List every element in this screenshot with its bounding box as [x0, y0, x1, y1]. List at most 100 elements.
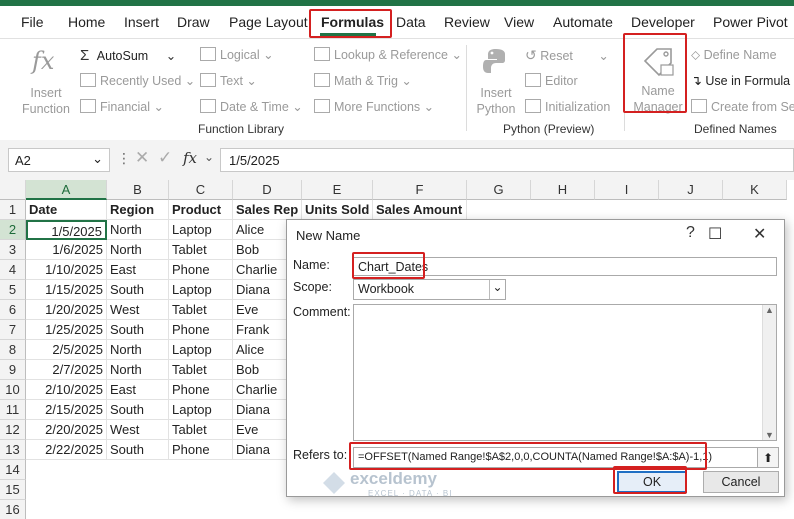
cancel-button[interactable]: Cancel [703, 471, 779, 493]
row-header-10[interactable]: 10 [0, 380, 26, 400]
cell[interactable]: South [107, 280, 169, 300]
tab-formulas[interactable]: Formulas [321, 14, 384, 30]
recently-used-button[interactable]: Recently Used ⌄ [80, 73, 195, 88]
column-header-f[interactable]: F [373, 180, 467, 200]
row-header-11[interactable]: 11 [0, 400, 26, 420]
row-header-7[interactable]: 7 [0, 320, 26, 340]
name-input[interactable]: Chart_Dates [353, 257, 777, 276]
text-button[interactable]: Text ⌄ [200, 73, 257, 88]
name-manager-button[interactable]: Name Manager [630, 41, 686, 117]
cell[interactable]: Phone [169, 440, 233, 460]
tab-page-layout[interactable]: Page Layout [229, 14, 308, 30]
cell[interactable]: North [107, 240, 169, 260]
cell[interactable]: 2/10/2025 [26, 380, 107, 400]
create-from-selection-button[interactable]: Create from Sele [691, 99, 794, 114]
define-name-button[interactable]: ⬦ Define Name [691, 47, 777, 63]
row-header-13[interactable]: 13 [0, 440, 26, 460]
insert-function-button[interactable]: fx Insert Function [14, 45, 78, 119]
cell[interactable]: 1/20/2025 [26, 300, 107, 320]
column-header-a[interactable]: A [26, 180, 107, 200]
confirm-entry-icon[interactable]: ✓ [158, 148, 172, 168]
select-all-corner[interactable] [0, 180, 26, 200]
column-header-c[interactable]: C [169, 180, 233, 200]
column-header-h[interactable]: H [531, 180, 595, 200]
cell[interactable]: East [107, 260, 169, 280]
use-in-formula-button[interactable]: ↴ Use in Formula [691, 73, 790, 89]
collapse-dialog-button[interactable]: ⬆ [757, 447, 779, 468]
tab-file[interactable]: File [21, 14, 44, 30]
cell[interactable]: 1/6/2025 [26, 240, 107, 260]
financial-button[interactable]: Financial ⌄ [80, 99, 164, 114]
cell[interactable]: Sales Amount [373, 200, 467, 220]
row-header-9[interactable]: 9 [0, 360, 26, 380]
column-header-g[interactable]: G [467, 180, 531, 200]
column-header-k[interactable]: K [723, 180, 787, 200]
comment-textarea[interactable]: ▲ ▼ [353, 304, 777, 441]
cell[interactable]: South [107, 320, 169, 340]
ok-button[interactable]: OK [617, 471, 687, 493]
cell[interactable]: Laptop [169, 280, 233, 300]
cell[interactable]: 1/10/2025 [26, 260, 107, 280]
column-header-b[interactable]: B [107, 180, 169, 200]
tab-power-pivot[interactable]: Power Pivot [713, 14, 788, 30]
cell[interactable]: Tablet [169, 300, 233, 320]
name-box[interactable]: A2 ⌄ [8, 148, 110, 172]
cell[interactable]: South [107, 400, 169, 420]
column-header-e[interactable]: E [302, 180, 373, 200]
help-icon[interactable]: ? [686, 224, 695, 242]
scroll-up-icon[interactable]: ▲ [765, 305, 774, 315]
cell[interactable]: South [107, 440, 169, 460]
cell[interactable]: 2/22/2025 [26, 440, 107, 460]
autosum-button[interactable]: Σ AutoSum ⌄ [80, 47, 176, 64]
math-trig-button[interactable]: Math & Trig ⌄ [314, 73, 412, 88]
lookup-reference-button[interactable]: Lookup & Reference ⌄ [314, 47, 462, 62]
cell[interactable]: North [107, 340, 169, 360]
scope-select[interactable]: Workbook ⌄ [353, 279, 506, 300]
initialization-button[interactable]: Initialization [525, 99, 610, 114]
more-functions-button[interactable]: More Functions ⌄ [314, 99, 434, 114]
cell[interactable]: Laptop [169, 340, 233, 360]
cell[interactable]: Region [107, 200, 169, 220]
cell[interactable]: Sales Rep [233, 200, 302, 220]
cell[interactable]: 1/15/2025 [26, 280, 107, 300]
cell[interactable]: East [107, 380, 169, 400]
row-header-3[interactable]: 3 [0, 240, 26, 260]
editor-button[interactable]: Editor [525, 73, 578, 88]
row-header-1[interactable]: 1 [0, 200, 26, 220]
cell[interactable]: 2/15/2025 [26, 400, 107, 420]
cell[interactable]: Laptop [169, 400, 233, 420]
tab-developer[interactable]: Developer [631, 14, 695, 30]
close-icon[interactable]: ✕ [753, 224, 766, 244]
reset-button[interactable]: ↺ Reset ⌄ [525, 47, 609, 64]
cell[interactable]: 2/5/2025 [26, 340, 107, 360]
row-header-8[interactable]: 8 [0, 340, 26, 360]
cell[interactable]: Units Sold [302, 200, 373, 220]
row-header-4[interactable]: 4 [0, 260, 26, 280]
row-header-15[interactable]: 15 [0, 480, 26, 500]
row-header-5[interactable]: 5 [0, 280, 26, 300]
cell[interactable]: West [107, 300, 169, 320]
row-header-12[interactable]: 12 [0, 420, 26, 440]
cell[interactable]: North [107, 220, 169, 240]
cell[interactable]: Phone [169, 320, 233, 340]
cell[interactable]: Tablet [169, 240, 233, 260]
cell[interactable]: Phone [169, 380, 233, 400]
insert-function-fx-icon[interactable]: fx [183, 149, 197, 167]
cancel-entry-icon[interactable]: ✕ [135, 148, 149, 168]
tab-draw[interactable]: Draw [177, 14, 210, 30]
tab-view[interactable]: View [504, 14, 534, 30]
scroll-down-icon[interactable]: ▼ [765, 430, 774, 440]
row-header-2[interactable]: 2 [0, 220, 26, 240]
formula-input[interactable]: 1/5/2025 [220, 148, 794, 172]
tab-review[interactable]: Review [444, 14, 490, 30]
cell[interactable]: Laptop [169, 220, 233, 240]
maximize-icon[interactable]: ☐ [708, 224, 722, 244]
refers-to-input[interactable]: =OFFSET(Named Range!$A$2,0,0,COUNTA(Name… [353, 447, 758, 468]
row-header-6[interactable]: 6 [0, 300, 26, 320]
cell[interactable]: 2/20/2025 [26, 420, 107, 440]
row-header-14[interactable]: 14 [0, 460, 26, 480]
tab-automate[interactable]: Automate [553, 14, 613, 30]
cell[interactable]: 1/25/2025 [26, 320, 107, 340]
cell[interactable]: North [107, 360, 169, 380]
cell[interactable]: 2/7/2025 [26, 360, 107, 380]
